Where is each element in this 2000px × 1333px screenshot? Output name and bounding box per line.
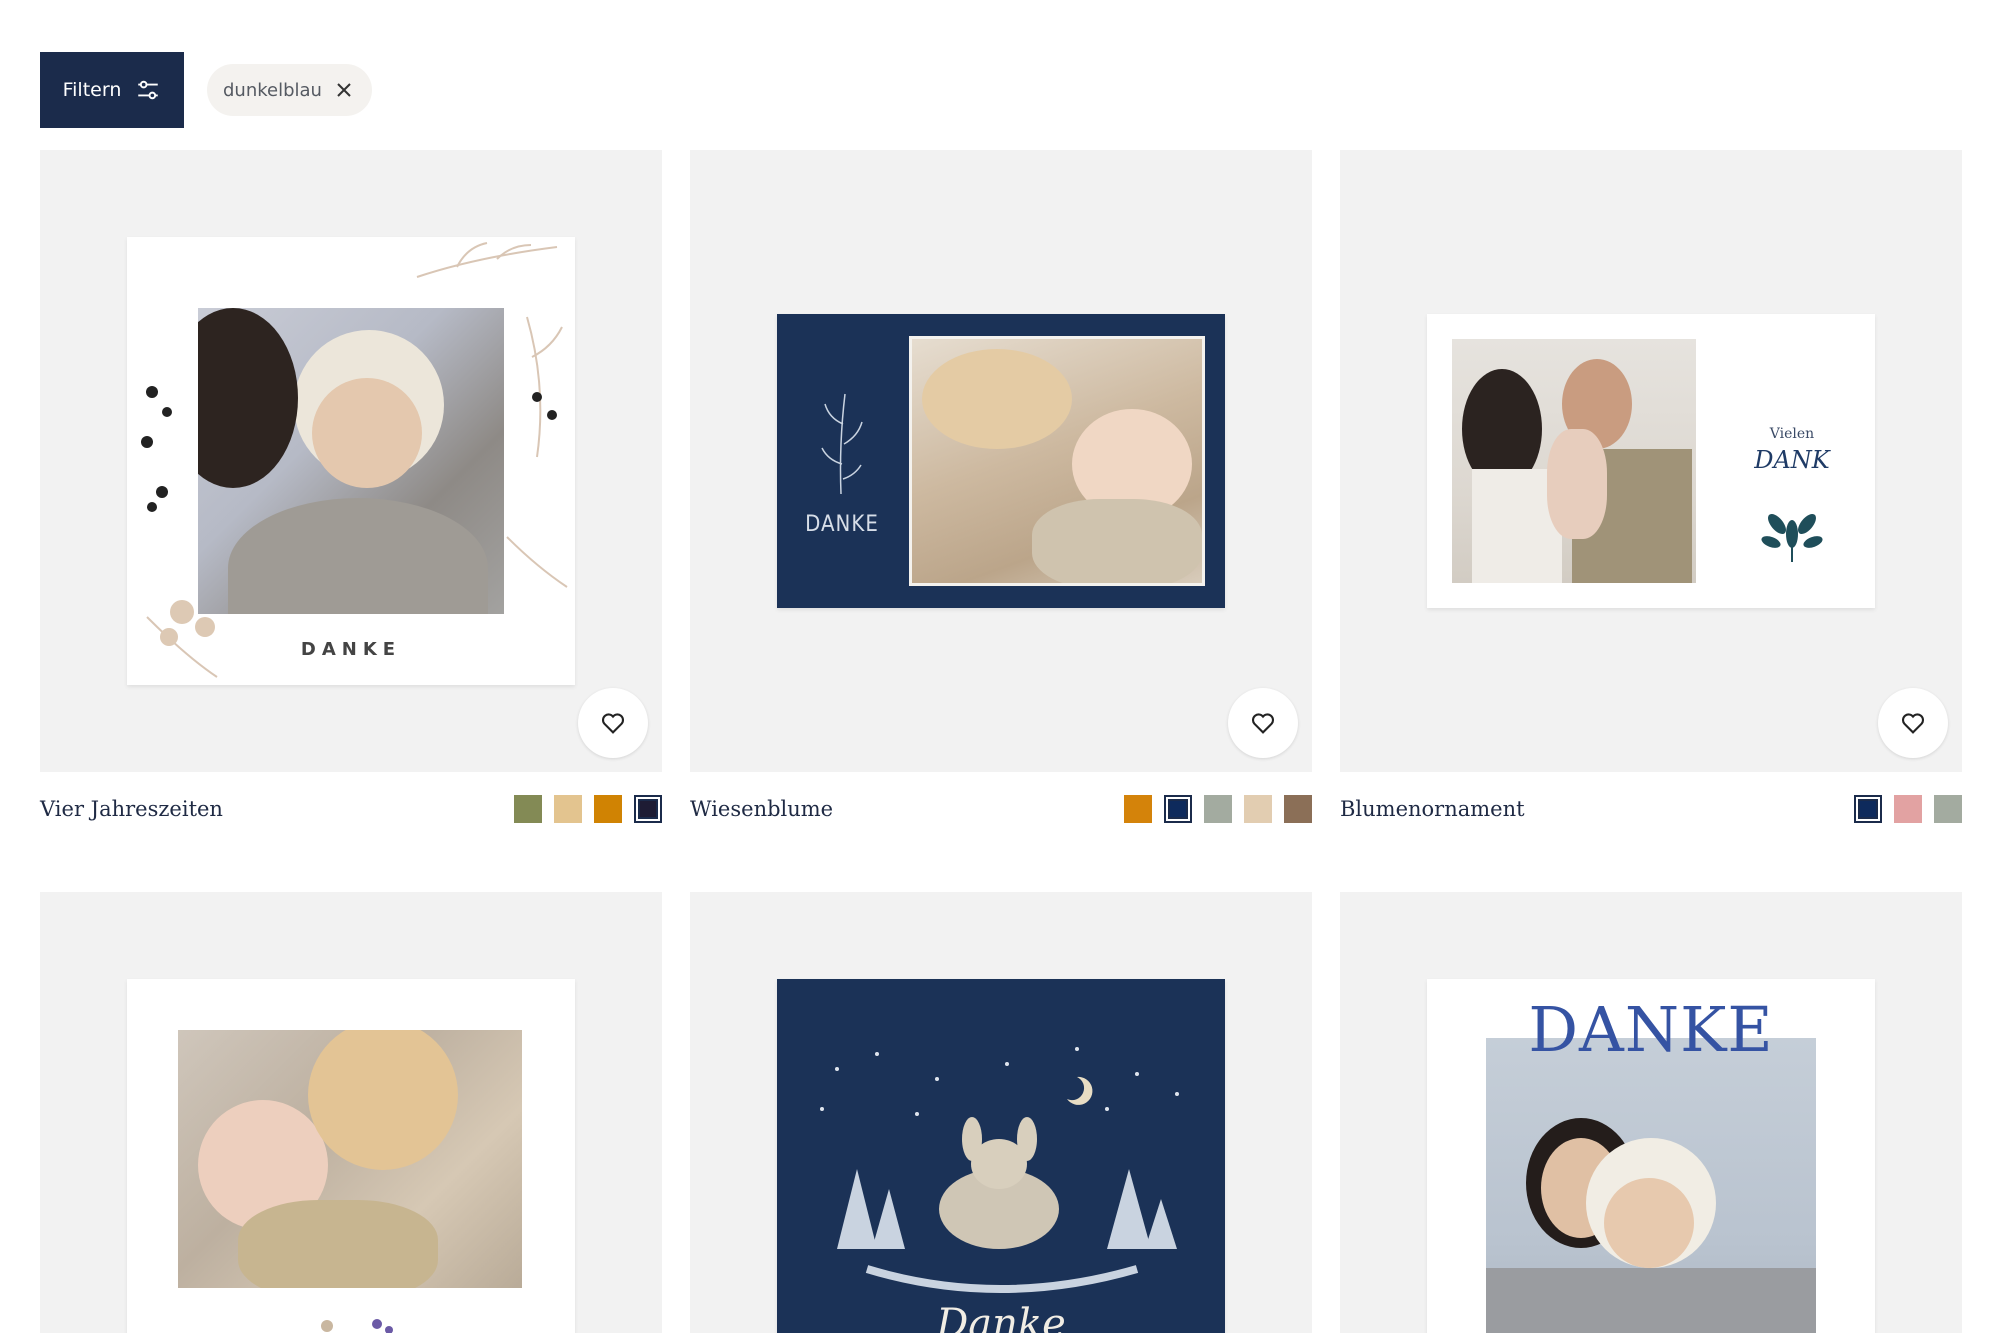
active-filter-chip: dunkelblau: [207, 64, 372, 116]
card-mockup: Danke: [777, 979, 1225, 1333]
color-swatch[interactable]: [1244, 795, 1272, 823]
heart-icon: [1251, 713, 1275, 734]
color-swatch-selected[interactable]: [1164, 795, 1192, 823]
product-image[interactable]: [40, 892, 662, 1333]
filter-button[interactable]: Filtern: [40, 52, 184, 128]
product-card[interactable]: Vielen DANK Blumenornament: [1340, 150, 1962, 823]
color-swatch[interactable]: [1124, 795, 1152, 823]
color-swatch[interactable]: [1894, 795, 1922, 823]
card-photo: [1452, 339, 1696, 583]
close-icon[interactable]: [334, 80, 354, 100]
color-swatch[interactable]: [1934, 795, 1962, 823]
card-photo: [178, 1030, 522, 1288]
heart-icon: [601, 713, 625, 734]
color-swatches: [514, 795, 662, 823]
product-image[interactable]: DANKE: [40, 150, 662, 772]
color-swatches: [1124, 795, 1312, 823]
product-title[interactable]: Wiesenblume: [690, 797, 833, 821]
color-swatch[interactable]: [1204, 795, 1232, 823]
product-card[interactable]: Danke: [690, 892, 1312, 1333]
product-image[interactable]: DANKE: [1340, 892, 1962, 1333]
color-swatch[interactable]: [594, 795, 622, 823]
filter-button-label: Filtern: [62, 79, 122, 101]
card-greeting: DANKE: [300, 639, 402, 660]
active-filter-label: dunkelblau: [223, 79, 322, 101]
card-mockup: DANKE: [1427, 979, 1875, 1333]
product-image[interactable]: DANKE: [690, 150, 1312, 772]
favorite-button[interactable]: [1878, 688, 1948, 758]
card-photo: [198, 308, 504, 614]
product-image[interactable]: Danke: [690, 892, 1312, 1333]
color-swatch[interactable]: [514, 795, 542, 823]
card-mockup: Vielen DANK: [1427, 314, 1875, 608]
product-image[interactable]: Vielen DANK: [1340, 150, 1962, 772]
product-title[interactable]: Blumenornament: [1340, 797, 1525, 821]
color-swatch-selected[interactable]: [634, 795, 662, 823]
forest-deer-illustration-icon: [820, 1047, 1179, 1293]
card-greeting: DANK: [1754, 446, 1830, 474]
sliders-icon: [138, 80, 159, 100]
card-mockup: DANKE: [127, 237, 575, 685]
card-greeting-small: Vielen: [1769, 426, 1815, 442]
product-card[interactable]: DANKE Vier Jahreszeiten: [40, 150, 662, 823]
product-card[interactable]: DANKE: [1340, 892, 1962, 1333]
leaf-ornament-icon: [1761, 514, 1823, 562]
color-swatch[interactable]: [554, 795, 582, 823]
leaf-sprig-icon: [821, 393, 863, 495]
heart-icon: [1901, 713, 1925, 734]
card-photo: [909, 336, 1205, 586]
card-greeting: Danke: [936, 1301, 1066, 1333]
card-photo: [1486, 1038, 1816, 1333]
card-greeting: DANKE: [1528, 993, 1774, 1066]
product-title[interactable]: Vier Jahreszeiten: [40, 797, 223, 821]
bunny-illustration-icon: [321, 1319, 393, 1333]
color-swatches: [1854, 795, 1962, 823]
favorite-button[interactable]: [1228, 688, 1298, 758]
color-swatch-selected[interactable]: [1854, 795, 1882, 823]
card-mockup: [127, 979, 575, 1333]
product-card[interactable]: [40, 892, 662, 1333]
card-mockup: DANKE: [777, 314, 1225, 608]
color-swatch[interactable]: [1284, 795, 1312, 823]
product-card[interactable]: DANKE Wiesenblume: [690, 150, 1312, 823]
favorite-button[interactable]: [578, 688, 648, 758]
card-greeting: DANKE: [805, 512, 879, 537]
